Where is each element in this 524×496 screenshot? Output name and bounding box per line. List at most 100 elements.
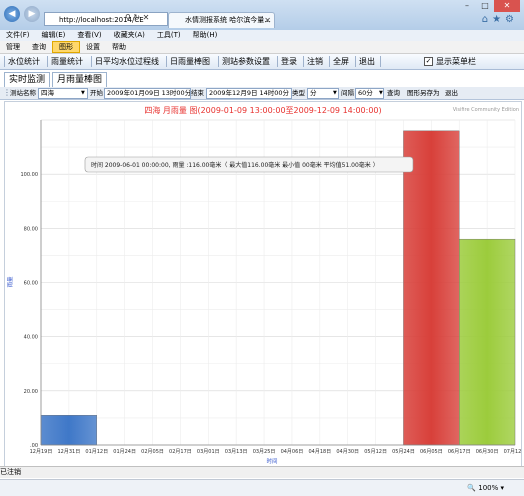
x-tick-label: 04月30日 xyxy=(336,449,359,455)
query-params-bar: ⋮ 测站名称 四海 ▼ 开始 2009年01月09日 13时00分 结束 200… xyxy=(0,87,524,100)
show-menubar-checkbox[interactable]: ✓ 显示菜单栏 xyxy=(424,54,476,69)
toolbar-separator xyxy=(329,56,330,67)
window-controls: – □ ✕ xyxy=(458,0,520,12)
station-label: 测站名称 xyxy=(10,89,36,97)
toolbar-label: 日雨量棒图 xyxy=(170,57,210,66)
chevron-down-icon[interactable]: ▼ xyxy=(81,88,85,98)
checkbox-icon[interactable]: ✓ xyxy=(424,57,433,66)
chevron-down-icon[interactable]: ▼ xyxy=(333,88,337,98)
chart-bar xyxy=(40,415,97,446)
x-tick-label: 02月05日 xyxy=(141,449,164,455)
app-status-bar: 已注销 xyxy=(0,466,524,478)
window-close-icon[interactable]: ✕ xyxy=(494,0,520,12)
menu-edit[interactable]: 编辑(E) xyxy=(42,31,66,39)
x-tick-label: 06月17日 xyxy=(448,449,471,455)
menu-view[interactable]: 查看(V) xyxy=(77,31,101,39)
y-axis-label: 雨量 xyxy=(7,276,14,288)
save-as-button[interactable]: 图形另存为 xyxy=(407,88,440,98)
toolbar-label: 日平均水位过程线 xyxy=(95,57,159,66)
back-icon[interactable]: ◀ xyxy=(4,6,20,22)
app-menu-query[interactable]: 查询 xyxy=(26,41,52,53)
tab-title: 水情测报系统 哈尔滨今量... xyxy=(185,16,271,24)
refresh-icon[interactable]: ↻ xyxy=(133,13,140,22)
toolbar-login[interactable]: 登录 xyxy=(277,54,297,69)
toolbar-rainfall-stats[interactable]: 雨量统计 xyxy=(47,54,83,69)
toolbar-exit[interactable]: 退出 xyxy=(355,54,375,69)
toolbar-label: 水位统计 xyxy=(8,57,40,66)
tab-monthly-rainfall-bar[interactable]: 月雨量棒图 xyxy=(52,72,108,87)
toolbar-water-level-stats[interactable]: 水位统计 xyxy=(4,54,40,69)
end-time-input[interactable]: 2009年12月9日 14时00分 xyxy=(206,88,292,99)
menu-help[interactable]: 帮助(H) xyxy=(193,31,218,39)
toolbar-separator xyxy=(91,56,92,67)
chart-watermark: Visifire Community Edition xyxy=(453,107,519,113)
menu-file[interactable]: 文件(F) xyxy=(6,31,30,39)
app-menu-manage[interactable]: 管理 xyxy=(0,41,26,53)
app-menu-help[interactable]: 帮助 xyxy=(106,41,132,53)
x-tick-label: 03月13日 xyxy=(225,449,248,455)
type-label: 类型 xyxy=(292,89,305,97)
chart-bar xyxy=(459,238,516,446)
browser-tab[interactable]: 水情测报系统 哈尔滨今量... ✕ xyxy=(168,12,275,28)
toolbar-label: 测站参数设置 xyxy=(222,57,270,66)
interval-value: 60分 xyxy=(358,89,373,97)
x-tick-label: 12月31日 xyxy=(58,449,81,455)
query-button[interactable]: 查询 xyxy=(387,88,400,98)
toolbar-fullscreen[interactable]: 全屏 xyxy=(329,54,349,69)
app-menu-graphics[interactable]: 图形 xyxy=(52,41,80,53)
gear-icon[interactable]: ⚙ xyxy=(505,14,518,25)
tab-close-icon[interactable]: ✕ xyxy=(264,13,271,28)
start-time-input[interactable]: 2009年01月09日 13时00分 xyxy=(104,88,191,99)
toolbar-label: 全屏 xyxy=(333,57,349,66)
end-label: 结束 xyxy=(191,89,204,97)
x-tick-label: 02月17日 xyxy=(169,449,192,455)
address-bar[interactable]: http://localhost:2014/CE xyxy=(44,12,168,26)
toolbar-logout[interactable]: 注销 xyxy=(303,54,323,69)
chevron-down-icon: ▾ xyxy=(500,484,504,492)
toolbar-separator xyxy=(303,56,304,67)
toolbar-separator xyxy=(166,56,167,67)
y-tick-label: 40.00 xyxy=(24,335,38,341)
toolbar-daily-avg-water-level[interactable]: 日平均水位过程线 xyxy=(91,54,159,69)
x-tick-label: 06月30日 xyxy=(476,449,499,455)
x-tick-label: 12月19日 xyxy=(30,449,53,455)
x-axis: 12月19日 12月31日 01月12日 01月24日 02月05日 02月17日 03月0… xyxy=(30,444,524,455)
toolbar-separator xyxy=(47,56,48,67)
toolbar-station-params[interactable]: 测站参数设置 xyxy=(218,54,270,69)
view-tabs: 实时监测 月雨量棒图 xyxy=(0,71,524,88)
search-icon[interactable]: ⚲ xyxy=(125,13,131,22)
y-tick-label: 100.00 xyxy=(21,172,39,178)
y-tick-label: 20.00 xyxy=(24,389,38,395)
address-icons[interactable]: ⚲ ↻ ✕ xyxy=(125,13,149,22)
app-menu-settings[interactable]: 设置 xyxy=(80,41,106,53)
chevron-down-icon[interactable]: ▼ xyxy=(379,88,383,98)
status-text: 已注销 xyxy=(0,468,21,476)
x-tick-label: 05月12日 xyxy=(364,449,387,455)
zoom-control[interactable]: 🔍 100% ▾ xyxy=(467,480,504,496)
menu-tools[interactable]: 工具(T) xyxy=(157,31,181,39)
x-tick-label: 06月05日 xyxy=(420,449,443,455)
chart-tooltip: 时间 2009-06-01 00:00:00, 雨量 :116.00毫米（ 最大… xyxy=(84,156,414,173)
start-label: 开始 xyxy=(90,89,103,97)
y-axis: .0020.0040.0060.0080.00100.00 xyxy=(21,120,42,449)
x-tick-label: 03月01日 xyxy=(197,449,220,455)
exit-button[interactable]: 退出 xyxy=(445,88,458,98)
minimize-icon[interactable]: – xyxy=(458,0,476,12)
menu-favorites[interactable]: 收藏夹(A) xyxy=(114,31,145,39)
favorites-icon[interactable]: ★ xyxy=(492,14,505,25)
x-axis-label: 时间 xyxy=(266,457,277,465)
forward-icon[interactable]: ▶ xyxy=(24,6,40,22)
chart-bar xyxy=(403,130,460,446)
toolbar-label: 退出 xyxy=(359,57,375,66)
toolbar-label: 雨量统计 xyxy=(51,57,83,66)
close-icon[interactable]: ✕ xyxy=(143,13,150,22)
app-menu: 管理 查询 图形 设置 帮助 xyxy=(0,41,524,54)
show-menubar-label: 显示菜单栏 xyxy=(436,57,476,66)
tab-realtime-monitor[interactable]: 实时监测 xyxy=(4,72,51,87)
toolbar-separator xyxy=(355,56,356,67)
toolbar-label: 注销 xyxy=(307,57,323,66)
toolbar-daily-rainfall-bar[interactable]: 日雨量棒图 xyxy=(166,54,210,69)
home-icon[interactable]: ⌂ xyxy=(482,14,492,25)
start-time-value: 2009年01月09日 13时00分 xyxy=(107,89,191,97)
maximize-icon[interactable]: □ xyxy=(476,0,494,12)
